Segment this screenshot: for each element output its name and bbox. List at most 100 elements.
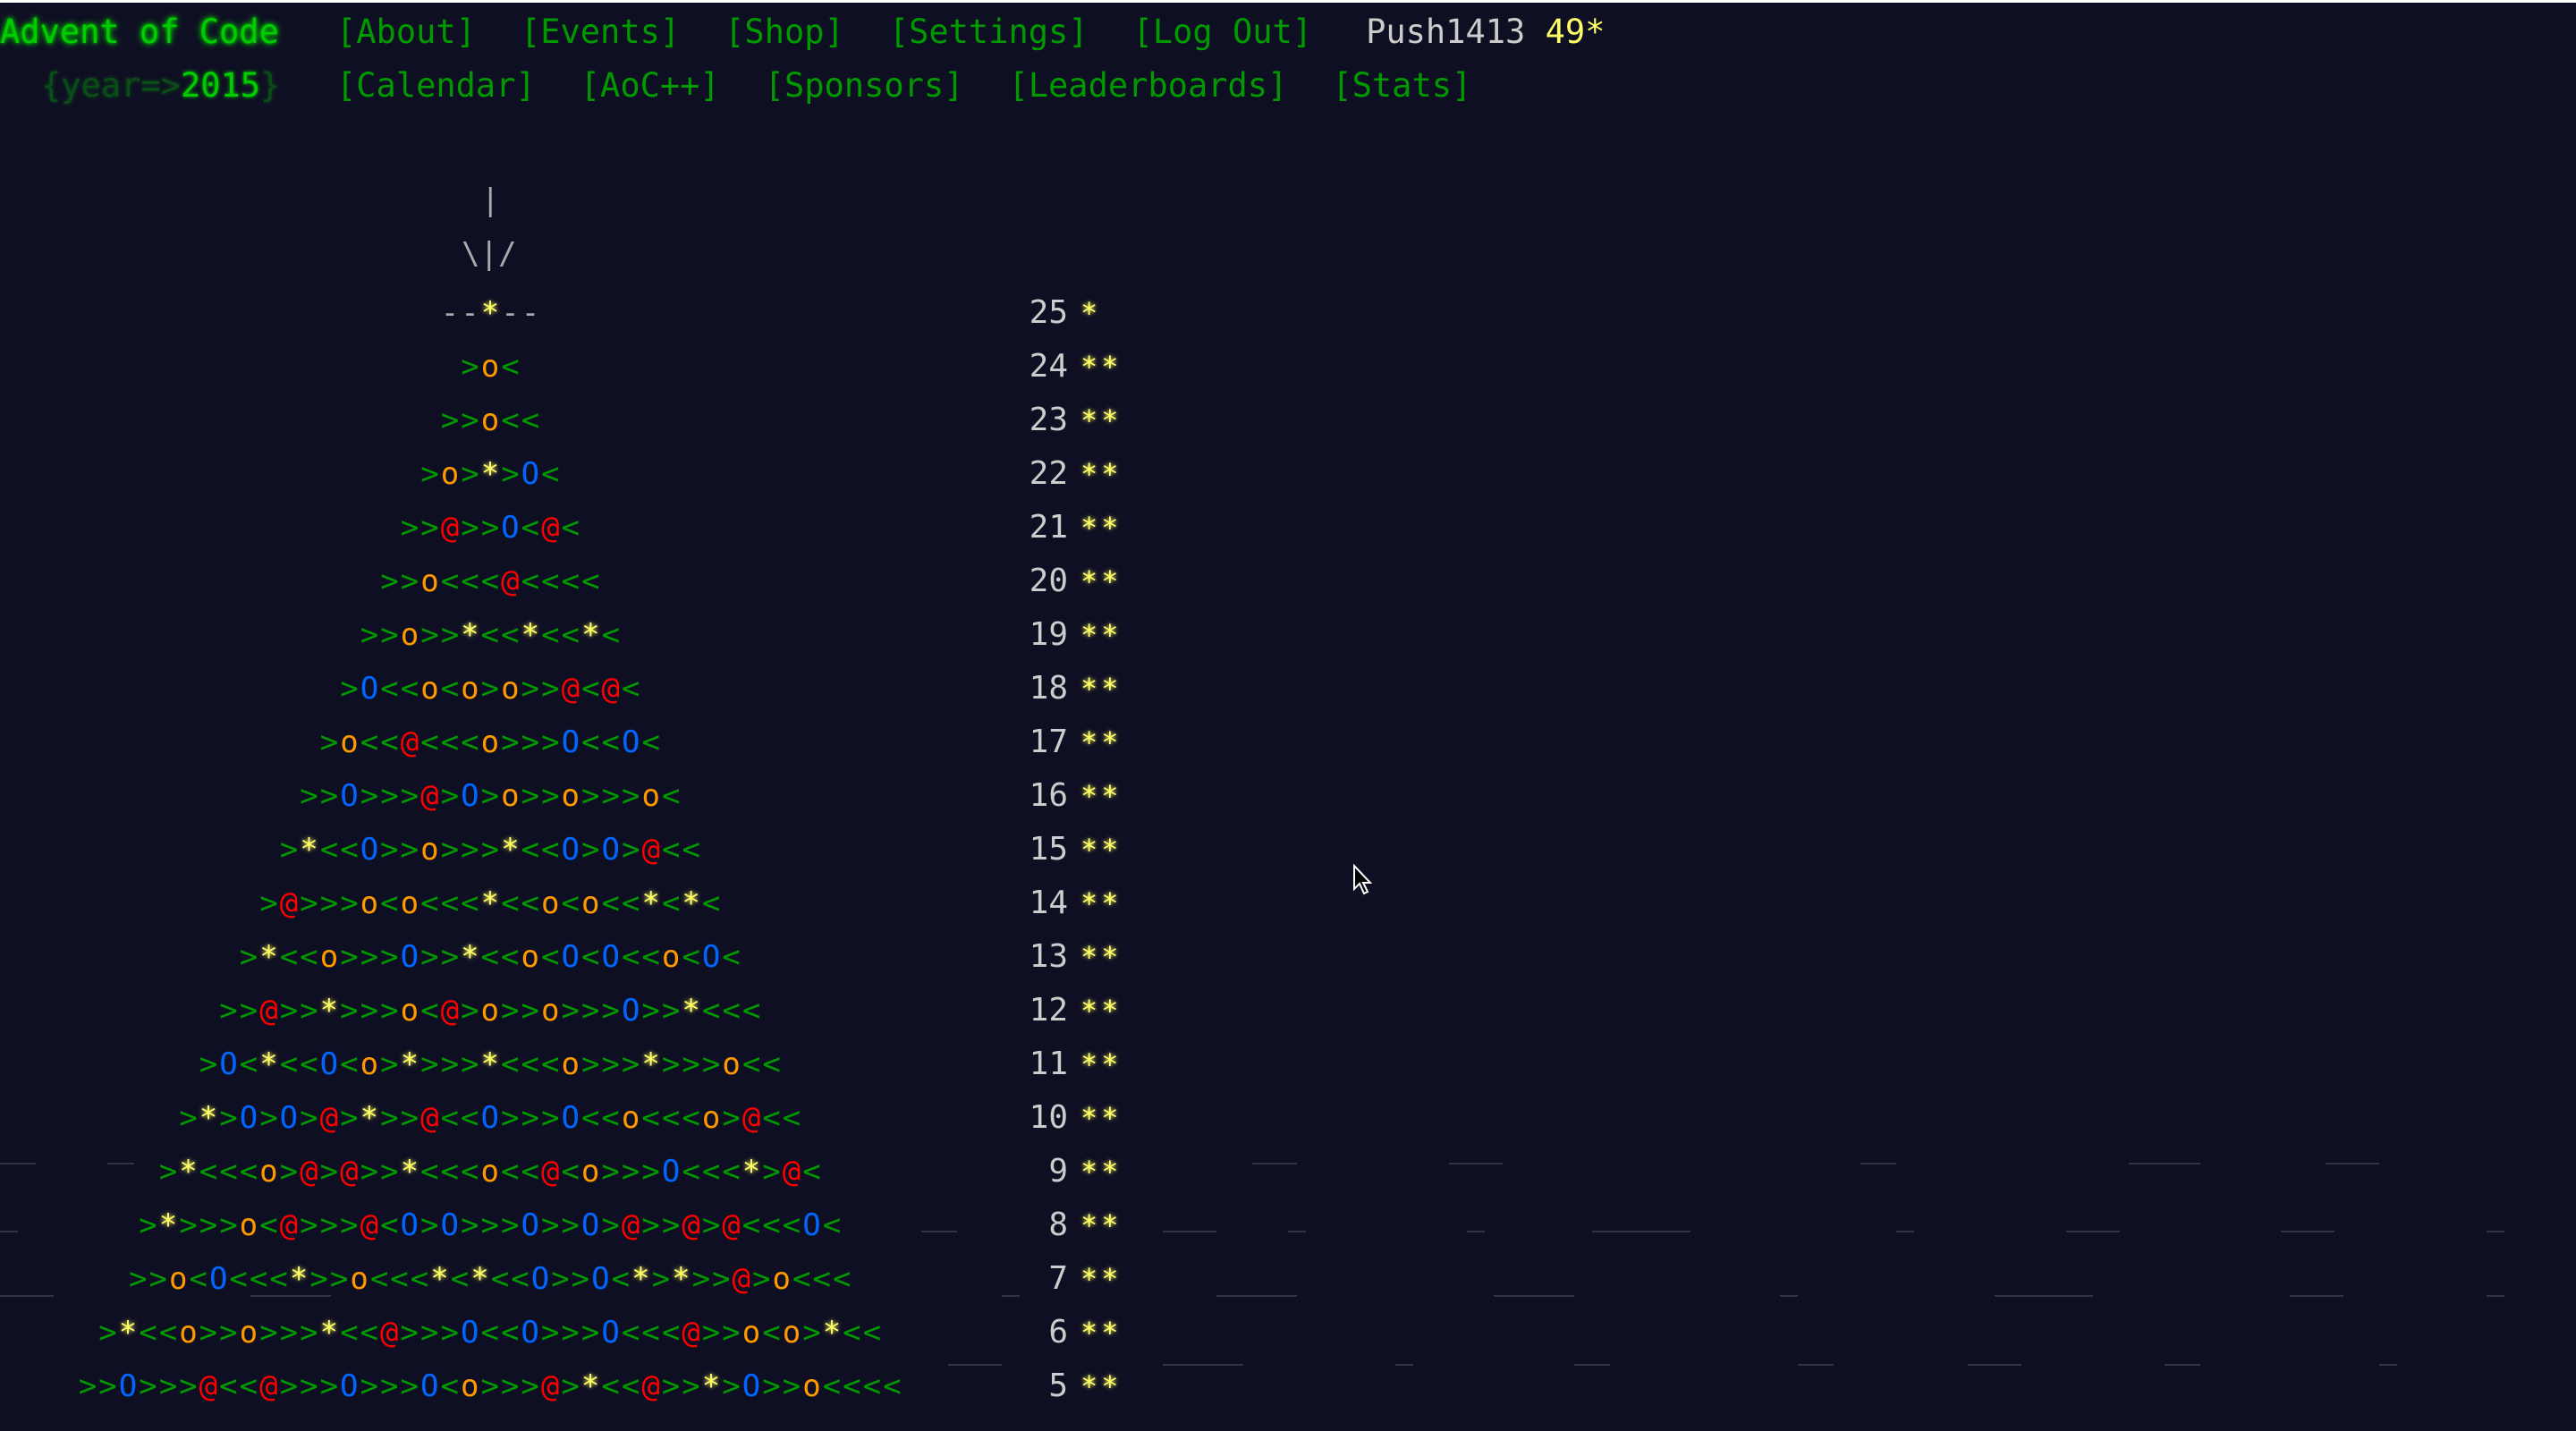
day-number: 15 <box>1029 831 1068 868</box>
ground-dash <box>107 1163 134 1164</box>
day-stars: ** <box>1080 886 1123 920</box>
year-suffix: } <box>260 66 281 105</box>
tree-row: >>o>>*<<*<<*< <box>360 617 623 653</box>
nav-secondary: [Calendar] [AoC++] [Sponsors] [Leaderboards… <box>336 66 1516 105</box>
tree-row: >>@>>*>>>o<@>o>>o>>>O>>*<<< <box>219 993 763 1029</box>
nav-calendar[interactable]: [Calendar] <box>336 66 536 105</box>
mouse-cursor-icon <box>1353 864 1373 895</box>
ground-dash <box>1860 1163 1896 1164</box>
day-number: 13 <box>1029 938 1068 975</box>
top-border <box>0 0 2576 3</box>
nav-settings[interactable]: [Settings] <box>889 13 1089 51</box>
day-stars: ** <box>1080 833 1123 867</box>
day-stars: ** <box>1080 403 1123 437</box>
ground-dash <box>1395 1364 1413 1366</box>
user-info: Push1413 49* <box>1366 13 1605 51</box>
ground-dash <box>1163 1364 1243 1366</box>
ground-dash <box>0 1231 18 1232</box>
day-number: 14 <box>1029 885 1068 921</box>
ground-dash <box>921 1231 957 1232</box>
ground-decoration <box>0 1163 2576 1395</box>
day-number: 18 <box>1029 670 1068 707</box>
day-stars: * <box>1080 296 1102 330</box>
day-number: 22 <box>1029 455 1068 492</box>
tree-row: >>o<<<@<<<< <box>380 563 602 599</box>
tree-row: >o<<@<<<o>>>O<<O< <box>319 724 662 760</box>
nav-leaderboards[interactable]: [Leaderboards] <box>1008 66 1287 105</box>
tree-row: >*<<O>>o>>>*<<O>O>@<< <box>279 832 702 868</box>
ground-dash <box>1467 1231 1485 1232</box>
ground-dash <box>1494 1295 1574 1297</box>
tree-row: >>O>>>@>O>o>>o>>>o< <box>300 778 682 814</box>
day-number: 16 <box>1029 777 1068 814</box>
day-number: 24 <box>1029 348 1068 385</box>
tree-row: >@>>>o<o<<<*<<o<o<<*<*< <box>259 885 723 921</box>
day-number: 10 <box>1029 1099 1068 1136</box>
nav-stats[interactable]: [Stats] <box>1332 66 1471 105</box>
day-number: 20 <box>1029 563 1068 599</box>
ground-dash <box>1163 1231 1216 1232</box>
tree-row: >O<*<<O<o>*>>>*<<<o>>>*>>>o<< <box>199 1046 783 1082</box>
day-stars: ** <box>1080 940 1123 974</box>
day-stars: ** <box>1080 672 1123 706</box>
year-number: 2015 <box>180 66 261 105</box>
user-star-count: 49* <box>1545 13 1606 51</box>
day-number: 11 <box>1029 1046 1068 1082</box>
ground-dash <box>0 1163 36 1164</box>
ground-dash <box>2379 1364 2397 1366</box>
site-logo[interactable]: Advent of Code <box>0 13 279 51</box>
ground-dash <box>1968 1364 2021 1366</box>
day-stars: ** <box>1080 994 1123 1028</box>
nav-shop[interactable]: [Shop] <box>724 13 844 51</box>
day-stars: ** <box>1080 511 1123 545</box>
nav-logout[interactable]: [Log Out] <box>1133 13 1312 51</box>
tree-top-branch: \|/ <box>462 236 517 272</box>
tree-row: >>o<< <box>440 402 542 438</box>
ground-dash <box>0 1295 54 1297</box>
day-number: 23 <box>1029 402 1068 438</box>
ground-dash <box>2326 1163 2379 1164</box>
ground-dash <box>1995 1295 2093 1297</box>
tree-row: >*<<o>>>O>>*<<o<O<O<<o<O< <box>239 939 742 975</box>
nav-events[interactable]: [Events] <box>521 13 680 51</box>
ground-dash <box>1216 1295 1297 1297</box>
nav-about[interactable]: [About] <box>336 13 476 51</box>
day-stars: ** <box>1080 564 1123 598</box>
tree-row: --*-- <box>440 295 542 331</box>
tree-row: >>@>>O<@< <box>400 510 582 546</box>
ground-dash <box>2487 1231 2504 1232</box>
tree-row: >O<<o<o>o>>@<@< <box>340 671 642 707</box>
day-stars: ** <box>1080 779 1123 813</box>
ground-dash <box>1252 1163 1297 1164</box>
ground-dash <box>1896 1231 1914 1232</box>
nav-primary: [About] [Events] [Shop] [Settings] [Log Out]… <box>336 13 1605 51</box>
ground-dash <box>2290 1295 2343 1297</box>
ground-dash <box>2129 1163 2200 1164</box>
ground-dash <box>2487 1295 2504 1297</box>
username: Push1413 <box>1366 13 1526 51</box>
nav-sponsors[interactable]: [Sponsors] <box>765 66 964 105</box>
year-prefix: {year=> <box>41 66 181 105</box>
tree-row: >*>O>O>@>*>>@<<O>>>O<<o<<<o>@<< <box>179 1100 803 1136</box>
day-number: 17 <box>1029 724 1068 760</box>
ground-dash <box>2165 1364 2200 1366</box>
nav-aocpp[interactable]: [AoC++] <box>580 66 720 105</box>
day-number: 12 <box>1029 992 1068 1029</box>
event-year[interactable]: {year=>2015} <box>41 66 280 105</box>
ground-dash <box>1449 1163 1503 1164</box>
ground-dash <box>2066 1231 2120 1232</box>
ground-dash <box>2281 1231 2334 1232</box>
day-stars: ** <box>1080 618 1123 652</box>
ground-dash <box>1780 1295 1798 1297</box>
ground-dash <box>250 1295 331 1297</box>
tree-row: >o>*>O< <box>420 456 562 492</box>
day-stars: ** <box>1080 725 1123 759</box>
ground-dash <box>1288 1231 1306 1232</box>
day-stars: ** <box>1080 350 1123 384</box>
ground-dash <box>1574 1364 1610 1366</box>
tree-top: | <box>481 182 500 218</box>
day-stars: ** <box>1080 1101 1123 1135</box>
day-number: 25 <box>1029 294 1068 331</box>
day-number: 19 <box>1029 616 1068 653</box>
day-stars: ** <box>1080 457 1123 491</box>
